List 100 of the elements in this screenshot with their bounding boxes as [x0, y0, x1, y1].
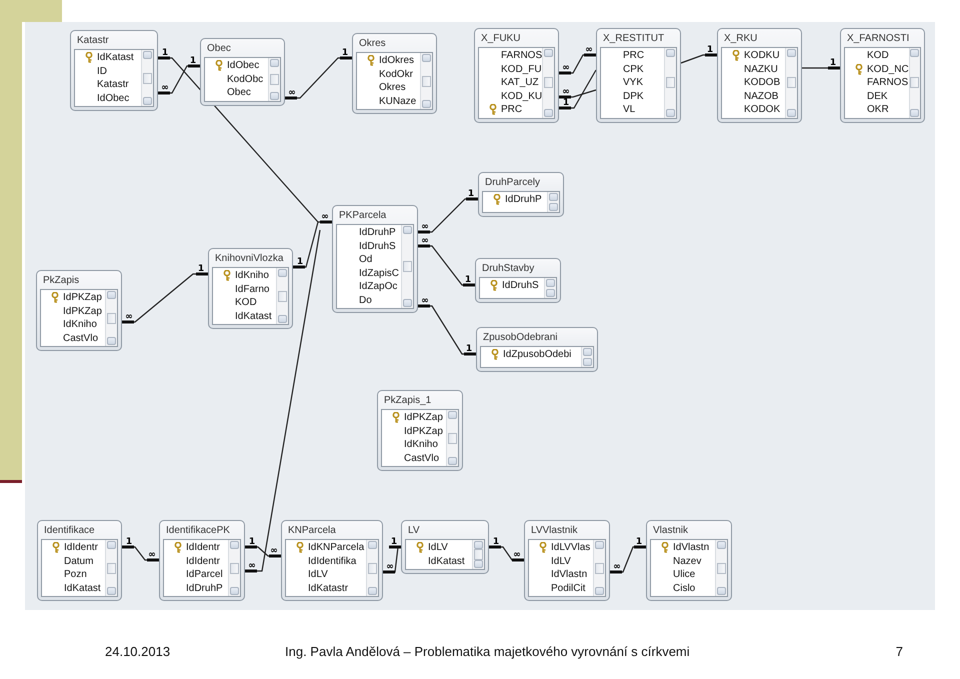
scroll-thumb[interactable]: [787, 77, 796, 88]
scroll-thumb[interactable]: [717, 562, 726, 574]
scroll-thumb[interactable]: [143, 72, 152, 84]
scrollbar[interactable]: [542, 48, 554, 118]
table-card[interactable]: PkZapis_1 IdPKZap IdPKZap IdKniho CastVlo: [377, 390, 463, 471]
table-card[interactable]: PKParcela IdDruhP IdDruhS Od IdZapisC IdZapOc Do: [332, 205, 418, 313]
table-card[interactable]: Vlastnik IdVlastn Nazev Ulice Cislo: [646, 520, 732, 601]
scroll-thumb[interactable]: [595, 562, 604, 574]
scroll-up-icon[interactable]: [666, 49, 675, 57]
scroll-down-icon[interactable]: [546, 289, 555, 297]
scrollbar[interactable]: [105, 540, 117, 596]
table-card[interactable]: Identifikace IdIdentr Datum Pozn IdKatast: [37, 520, 122, 601]
scrollbar[interactable]: [785, 48, 797, 118]
scrollbar[interactable]: [908, 48, 920, 118]
table-card[interactable]: X_RKU KODKU NAZKU KODOB NAZOB KODOK: [717, 28, 802, 122]
scroll-thumb[interactable]: [368, 562, 377, 574]
scroll-thumb[interactable]: [910, 77, 920, 88]
scrollbar[interactable]: [228, 540, 240, 596]
table-card[interactable]: X_RESTITUT PRC CPK VYK DPK VL: [596, 28, 681, 122]
scrollbar[interactable]: [581, 347, 593, 367]
scroll-down-icon[interactable]: [403, 299, 412, 307]
scrollbar[interactable]: [401, 225, 413, 308]
field-name: PRC: [623, 50, 644, 62]
scroll-thumb[interactable]: [403, 261, 412, 272]
scrollbar[interactable]: [276, 268, 288, 324]
scroll-up-icon[interactable]: [448, 411, 457, 419]
table-card[interactable]: Obec IdObec KodObc Obec: [200, 38, 285, 106]
scroll-down-icon[interactable]: [787, 108, 796, 116]
scroll-up-icon[interactable]: [107, 541, 116, 549]
scroll-down-icon[interactable]: [549, 203, 558, 211]
table-card[interactable]: DruhParcely IdDruhP: [478, 172, 564, 217]
scroll-thumb[interactable]: [544, 77, 554, 88]
scrollbar[interactable]: [664, 48, 676, 118]
scrollbar[interactable]: [420, 53, 432, 109]
scrollbar[interactable]: [472, 540, 484, 569]
scroll-down-icon[interactable]: [422, 100, 431, 108]
scroll-down-icon[interactable]: [270, 92, 279, 100]
scroll-down-icon[interactable]: [595, 587, 604, 595]
table-card[interactable]: KnihovniVlozka IdKniho IdFarno KOD IdKatast: [208, 248, 293, 329]
scrollbar[interactable]: [366, 540, 378, 596]
table-card[interactable]: LVVlastnik IdLVVlas IdLV IdVlastn PodilCit: [524, 520, 610, 601]
scrollbar[interactable]: [446, 410, 458, 466]
scroll-up-icon[interactable]: [368, 541, 377, 549]
scroll-thumb[interactable]: [107, 312, 116, 324]
scroll-down-icon[interactable]: [143, 97, 152, 105]
scroll-up-icon[interactable]: [278, 269, 287, 277]
scrollbar[interactable]: [715, 540, 727, 596]
scroll-down-icon[interactable]: [107, 337, 116, 345]
scroll-down-icon[interactable]: [230, 587, 239, 595]
scroll-up-icon[interactable]: [595, 541, 604, 549]
table-card[interactable]: X_FUKU FARNOS KOD_FU KAT_UZ KOD_KU PRC: [474, 28, 559, 122]
scroll-thumb[interactable]: [666, 77, 675, 88]
scroll-thumb[interactable]: [230, 562, 239, 574]
field-name: PRC: [501, 104, 522, 116]
table-card[interactable]: X_FARNOSTI KOD KOD_NC FARNOS DEK OKR: [840, 28, 925, 122]
table-card[interactable]: Okres IdOkres KodOkr Okres KUNaze: [352, 33, 437, 114]
scroll-up-icon[interactable]: [107, 291, 116, 299]
scroll-up-icon[interactable]: [546, 279, 555, 287]
scroll-up-icon[interactable]: [422, 54, 431, 62]
scroll-thumb[interactable]: [422, 76, 431, 86]
scroll-up-icon[interactable]: [143, 51, 152, 59]
scroll-up-icon[interactable]: [549, 193, 558, 201]
table-card[interactable]: DruhStavby IdDruhS: [475, 258, 561, 303]
scroll-up-icon[interactable]: [717, 541, 726, 549]
scroll-down-icon[interactable]: [448, 457, 457, 465]
scroll-down-icon[interactable]: [107, 587, 116, 595]
scroll-down-icon[interactable]: [544, 108, 554, 116]
table-card[interactable]: ZpusobOdebrani IdZpusobOdebi: [476, 327, 598, 372]
scrollbar[interactable]: [544, 278, 556, 298]
table-card[interactable]: LV IdLV IdKatast: [401, 520, 489, 574]
scroll-up-icon[interactable]: [270, 59, 279, 67]
scrollbar[interactable]: [268, 58, 280, 100]
scroll-up-icon[interactable]: [787, 49, 796, 57]
scroll-up-icon[interactable]: [583, 348, 592, 356]
scroll-thumb[interactable]: [278, 290, 287, 302]
scrollbar[interactable]: [105, 290, 117, 346]
table-card[interactable]: PkZapis IdPKZap IdPKZap IdKniho CastVlo: [36, 270, 122, 351]
scroll-down-icon[interactable]: [474, 560, 483, 568]
scroll-down-icon[interactable]: [910, 108, 920, 116]
scroll-down-icon[interactable]: [717, 587, 726, 595]
scroll-thumb[interactable]: [448, 432, 457, 444]
scrollbar[interactable]: [547, 192, 559, 212]
scroll-down-icon[interactable]: [278, 315, 287, 323]
scrollbar[interactable]: [141, 50, 153, 106]
scroll-up-icon[interactable]: [230, 541, 239, 549]
scroll-up-icon[interactable]: [403, 226, 412, 234]
scroll-thumb[interactable]: [107, 562, 116, 574]
field-name: IdKatast: [235, 310, 272, 322]
scroll-down-icon[interactable]: [666, 108, 675, 116]
table-card[interactable]: IdentifikacePK IdIdentr IdIdentr IdParcel IdDruhP: [159, 520, 245, 601]
scroll-down-icon[interactable]: [583, 358, 592, 366]
table-card[interactable]: KNParcela IdKNParcela IdIdentifika IdLV IdKatastr: [281, 520, 383, 601]
scroll-up-icon[interactable]: [544, 49, 554, 57]
scroll-thumb[interactable]: [474, 549, 483, 560]
scroll-down-icon[interactable]: [368, 587, 377, 595]
scroll-thumb[interactable]: [270, 74, 279, 85]
table-card[interactable]: Katastr IdKatast ID Katastr IdObec: [70, 30, 158, 111]
scroll-up-icon[interactable]: [474, 541, 483, 549]
scrollbar[interactable]: [593, 540, 605, 596]
scroll-up-icon[interactable]: [910, 49, 920, 57]
